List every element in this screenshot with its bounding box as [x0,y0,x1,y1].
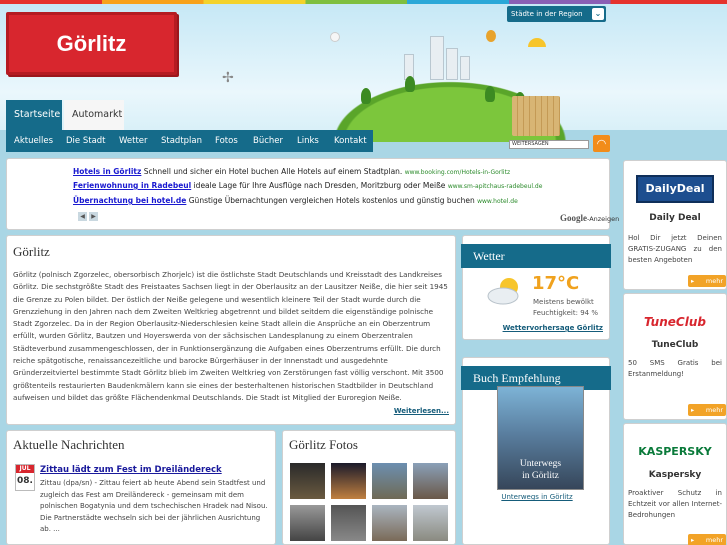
news-body: Zittau (dpa/sn) - Zittau feiert ab heute… [40,479,268,533]
ad-url[interactable]: www.sm-apitchaus-radebeul.de [448,183,543,190]
nav-die-stadt[interactable]: Die Stadt [66,130,106,152]
dailydeal-logo[interactable]: DailyDeal [636,175,714,203]
photo-thumbnail[interactable] [372,505,407,541]
weather-condition: Meistens bewölkt [533,298,594,306]
region-select[interactable]: Städte in der Region ⌄ [507,6,606,22]
news-month: JUL [16,465,34,473]
ad-item: Ferienwohnung in Radebeul ideale Lage fü… [73,181,542,190]
ad-item: Hotels in Görlitz Schnell und sicher ein… [73,167,510,176]
nav-fotos[interactable]: Fotos [215,130,238,152]
tree-icon [405,76,415,92]
share-button[interactable]: WEITERSAGEN [509,140,589,149]
weather-forecast-link[interactable]: Wettervorhersage Görlitz [503,324,603,332]
ad-title[interactable]: Hotels in Görlitz [73,167,141,176]
sidebar-ad-name: Kaspersky [648,470,702,480]
intro-text: Görlitz (polnisch Zgorzelec, obersorbisc… [13,270,448,402]
tab-automarkt[interactable]: Automarkt [64,100,124,130]
news-day: 08. [17,476,33,486]
ad-item: Übernachtung bei hotel.de Günstige Übern… [73,196,518,205]
sidebar-ad-kaspersky: KASPERSKY Kaspersky Proaktiver Schutz in… [623,423,727,545]
ad-pager: ◀ ▶ [78,211,100,221]
photo-thumbnail[interactable] [290,463,325,499]
book-cover[interactable]: Unterwegs in Görlitz [497,386,584,490]
chevron-right-icon[interactable]: ▶ [89,212,98,221]
site-logo-text: Görlitz [56,31,127,56]
nav-stadtplan[interactable]: Stadtplan [161,130,202,152]
sun-cloud-icon [487,278,519,305]
kaspersky-logo[interactable]: KASPERSKY [636,438,714,466]
ad-credit[interactable]: Google-Anzeigen [560,213,619,223]
sidebar-ad-desc: Hol Dir jetzt Deinen GRATIS-ZUGANG zu de… [628,234,722,264]
pier-illustration [512,96,560,136]
read-more-link[interactable]: Weiterlesen... [394,407,449,415]
more-button[interactable]: mehr [688,275,726,287]
site-logo[interactable]: Görlitz [6,12,177,75]
tree-icon [361,88,371,104]
weather-humidity: Feuchtigkeit: 94 % [533,309,598,317]
ad-text: Schnell und sicher ein Hotel buchen Alle… [143,167,403,176]
ad-url[interactable]: www.booking.com/Hotels-in-Gorlitz [405,169,510,176]
photo-thumbnail[interactable] [372,463,407,499]
news-date-badge: JUL 08. [15,464,35,491]
nav-wetter[interactable]: Wetter [119,130,148,152]
cloud-icon [330,32,340,42]
balloon-icon [486,30,496,42]
weather-title: Wetter [461,244,611,268]
photo-thumbnail[interactable] [331,505,366,541]
more-button[interactable]: mehr [688,534,726,545]
chevron-down-icon: ⌄ [592,8,604,20]
weather-panel: Wetter 17°C Meistens bewölkt Feuchtigkei… [461,235,611,340]
tab-startseite[interactable]: Startseite [6,100,62,130]
news-panel: Aktuelle Nachrichten JUL 08. Zittau lädt… [6,430,276,545]
news-headline-link[interactable]: Zittau lädt zum Fest im Dreiländereck [40,465,222,475]
more-button[interactable]: mehr [688,404,726,416]
ad-url[interactable]: www.hotel.de [477,198,518,205]
sidebar-ad-name: Daily Deal [649,213,701,223]
ad-title[interactable]: Ferienwohnung in Radebeul [73,181,191,190]
sidebar-ad-desc: Proaktiver Schutz in Echtzeit vor allen … [628,489,722,519]
weather-temperature: 17°C [532,273,580,294]
windmill-icon: ✢ [222,70,234,86]
book-cover-title: Unterwegs [519,459,562,469]
book-cover-subtitle: in Görlitz [522,471,559,481]
photo-thumbnail[interactable] [290,505,325,541]
sub-navigation: Aktuelles Die Stadt Wetter Stadtplan Fot… [6,130,373,152]
share-label: WEITERSAGEN [512,141,549,147]
ad-text: Günstige Übernachtungen vergleichen Hote… [188,196,475,205]
nav-aktuelles[interactable]: Aktuelles [14,130,53,152]
sidebar-ad-desc: 50 SMS Gratis bei Erstanmeldung! [628,359,722,378]
ad-credit-brand: Google [560,213,587,223]
nav-kontakt[interactable]: Kontakt [334,130,367,152]
news-title: Aktuelle Nachrichten [13,437,125,452]
ad-text: ideale Lage für Ihre Ausflüge nach Dresd… [193,181,446,190]
photo-thumbnail[interactable] [413,463,448,499]
nav-links[interactable]: Links [297,130,319,152]
sidebar-ad-tuneclub: TuneClub TuneClub 50 SMS Gratis bei Erst… [623,293,727,420]
tree-icon [485,86,495,102]
weather-details: Meistens bewölkt Feuchtigkeit: 94 % [533,297,598,319]
rss-icon[interactable]: ◠ [593,135,610,152]
tuneclub-logo[interactable]: TuneClub [636,308,714,336]
sidebar-ad-name: TuneClub [651,340,699,350]
sidebar-ad-dailydeal: DailyDeal Daily Deal Hol Dir jetzt Deine… [623,160,727,290]
ad-credit-text: -Anzeigen [587,215,620,223]
book-link[interactable]: Unterwegs in Görlitz [463,493,611,501]
photo-thumbnail[interactable] [331,463,366,499]
region-select-label: Städte in der Region [511,10,583,18]
photos-panel: Görlitz Fotos [282,430,456,545]
book-panel: Buch Empfehlung Unterwegs in Görlitz Unt… [461,357,611,545]
nav-buecher[interactable]: Bücher [253,130,283,152]
chevron-left-icon[interactable]: ◀ [78,212,87,221]
ad-title[interactable]: Übernachtung bei hotel.de [73,196,186,205]
photo-thumbnail[interactable] [413,505,448,541]
photos-title: Görlitz Fotos [289,437,358,452]
intro-panel: Görlitz Görlitz (polnisch Zgorzelec, obe… [6,235,456,425]
intro-title: Görlitz [13,244,50,259]
